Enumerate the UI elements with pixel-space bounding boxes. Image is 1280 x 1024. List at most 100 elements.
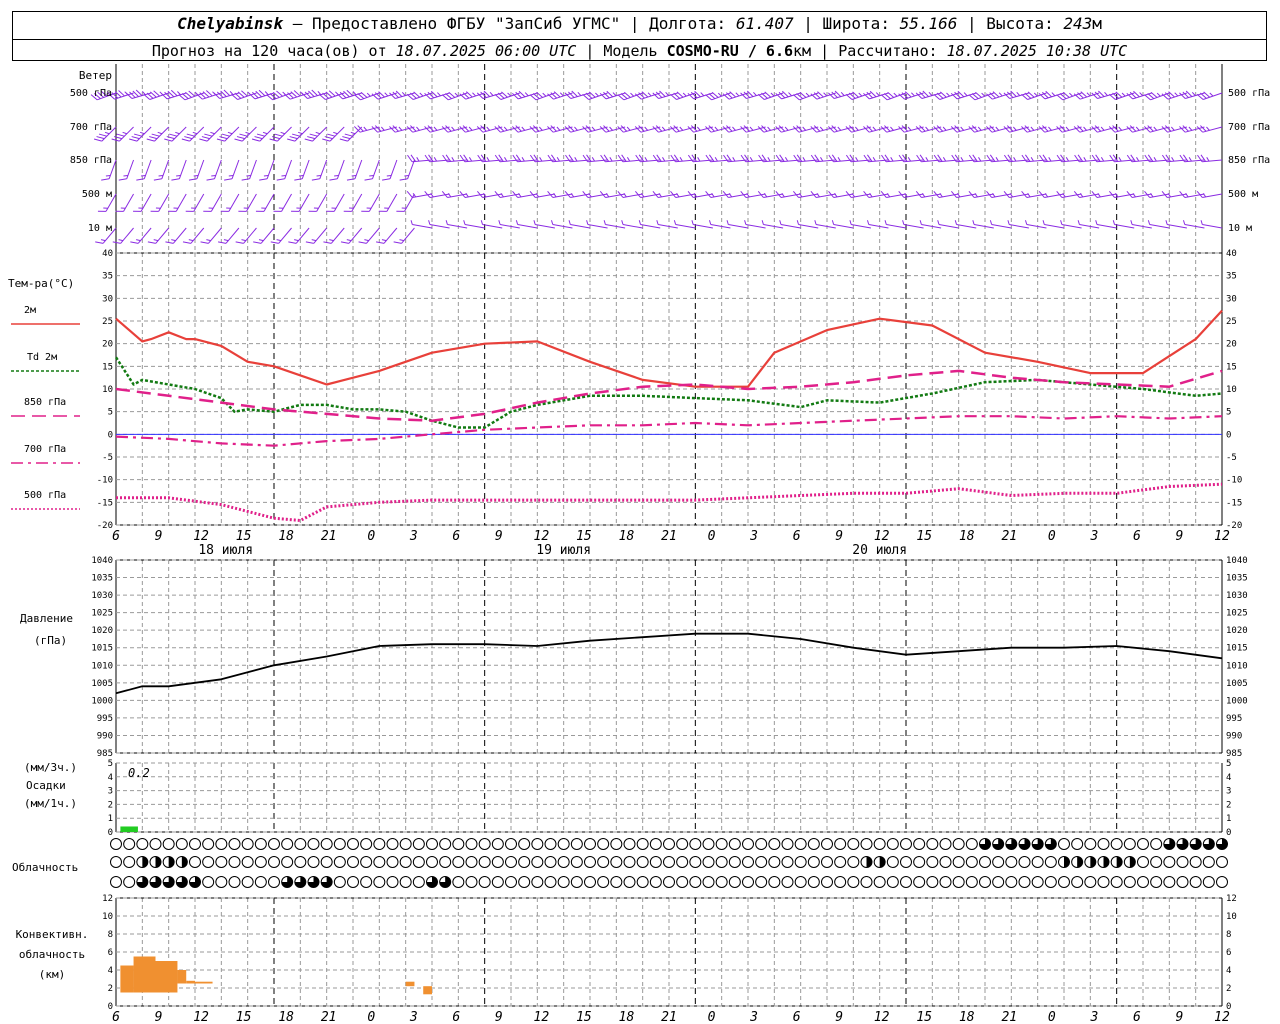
cloud-symbol	[702, 876, 715, 888]
barb-half	[521, 126, 526, 131]
barb-full	[406, 190, 413, 198]
wind-barb	[898, 190, 924, 198]
cloud-symbol	[663, 876, 675, 888]
wind-barb	[792, 125, 819, 133]
barb-half	[937, 220, 940, 225]
cloud-symbol	[426, 876, 438, 888]
day-label: 18 июля	[198, 543, 253, 558]
cloud-symbol	[821, 876, 833, 888]
cloud-circle	[794, 876, 807, 888]
y-tick-label-right: -5	[1226, 453, 1237, 463]
cloud-symbol	[557, 838, 570, 850]
cloud-circle	[465, 856, 478, 868]
cloud-symbol	[228, 838, 241, 850]
cloud-circle	[505, 856, 517, 868]
cloud-symbol	[781, 838, 794, 850]
wind-barb	[722, 190, 749, 198]
cloud-circle	[742, 856, 754, 868]
cloud-symbol	[1202, 876, 1215, 888]
cloud-symbol	[1137, 838, 1149, 850]
barb-half	[673, 220, 677, 225]
wind-barb	[358, 227, 380, 244]
wind-barb	[406, 190, 433, 198]
cloud-circle	[1176, 856, 1189, 868]
barb-half	[977, 126, 982, 131]
precip-value-label: 0.2	[128, 766, 150, 780]
barb-half	[661, 126, 666, 131]
convective-bar	[120, 965, 134, 993]
cloud-symbol	[452, 876, 465, 888]
wind-barb	[1143, 125, 1170, 133]
hour-tick-label: 3	[749, 529, 758, 544]
wind-barb	[792, 190, 819, 198]
day-label: 20 июля	[852, 543, 907, 558]
wind-barb	[253, 227, 275, 244]
cloud-circle	[992, 856, 1005, 868]
wind-barb	[617, 91, 643, 101]
barb-half	[556, 126, 561, 131]
wind-barb	[118, 159, 135, 181]
cloud-fill	[142, 856, 148, 868]
barb-half	[779, 220, 782, 225]
cloud-circle	[1163, 876, 1176, 888]
cloud-circle	[702, 838, 715, 850]
cloud-symbol	[597, 838, 610, 850]
wind-barb	[757, 125, 784, 133]
cloud-symbol	[294, 876, 307, 888]
wind-barb	[130, 227, 152, 244]
cloud-symbol	[491, 838, 504, 850]
barb-half	[1118, 157, 1122, 162]
cloud-circle	[557, 838, 570, 850]
convective-bar	[186, 980, 195, 984]
wind-barb	[722, 91, 749, 100]
wind-barb	[203, 193, 222, 212]
wind-barb	[129, 126, 152, 142]
wind-barb	[705, 190, 731, 198]
wind-barb	[1003, 190, 1029, 198]
cloud-circle	[584, 838, 596, 850]
barb-half	[1012, 126, 1017, 131]
wind-barb	[168, 193, 187, 212]
cloud-symbol	[755, 838, 768, 850]
cloud-circle	[886, 838, 899, 850]
wind-barb	[150, 193, 170, 212]
barb-half	[591, 126, 596, 131]
wind-barb	[722, 125, 749, 133]
y-tick-label-right: 1015	[1226, 644, 1248, 654]
barb-half	[498, 220, 501, 225]
barb-half	[644, 157, 648, 162]
cloud-circle	[1110, 876, 1123, 888]
cloud-symbol	[110, 856, 122, 868]
barb-half	[974, 192, 978, 198]
cloud-circle	[597, 876, 610, 888]
barb-half	[1206, 157, 1210, 162]
barb-half	[1060, 220, 1063, 225]
hour-tick-label-bottom: 15	[916, 1010, 932, 1024]
legend-label: 700 гПа	[24, 444, 66, 455]
barb-half	[869, 192, 873, 198]
cloud-circle	[1018, 876, 1031, 888]
y-tick-label-left: 8	[108, 930, 113, 940]
y-tick-label-left: 0	[108, 828, 113, 838]
y-tick-label-right: 1005	[1226, 679, 1248, 689]
cloud-circle	[965, 876, 978, 888]
cloud-symbol	[702, 838, 715, 850]
barb-half	[1182, 220, 1186, 225]
barb-full	[206, 178, 215, 181]
wind-barb	[178, 90, 204, 101]
wind-barb	[424, 125, 450, 133]
cloud-circle	[189, 856, 201, 868]
barb-half	[816, 192, 820, 198]
barb-half	[538, 126, 543, 131]
cloud-symbol	[728, 876, 741, 888]
precip-title: Осадки	[26, 779, 66, 792]
cloud-circle	[1202, 876, 1215, 888]
cloud-symbol	[1018, 876, 1031, 888]
wind-barb	[617, 190, 643, 198]
barb-staff	[1149, 224, 1170, 229]
barb-half	[603, 220, 606, 225]
cloud-circle	[491, 856, 504, 868]
wind-barb	[511, 125, 538, 133]
wind-barb	[547, 91, 573, 100]
wind-barb	[1038, 190, 1065, 198]
